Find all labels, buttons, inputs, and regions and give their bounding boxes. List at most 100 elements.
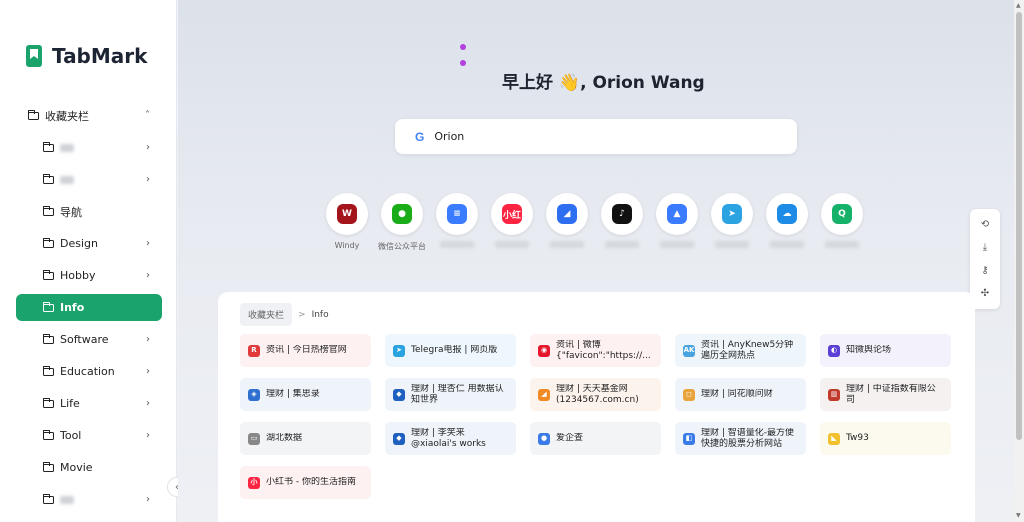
sidebar-item[interactable]: Software › [16,326,162,353]
search-bar[interactable]: G Orion [395,119,797,154]
shortcut-item[interactable]: ☁ [766,193,808,251]
bookmark-card[interactable]: AK 资讯 | AnyKnew5分钟遍历全网热点 [675,334,806,367]
shortcut-item[interactable]: ▲ [656,193,698,251]
bookmark-card[interactable]: ● 爱企查 [530,422,661,455]
shortcut-item[interactable]: ♪ [601,193,643,251]
chevron-right-icon[interactable]: › [146,398,150,409]
sidebar-item-label: Hobby [60,269,96,282]
shortcut-button[interactable]: ≡ [436,193,478,235]
shortcut-label [550,241,584,251]
bookmark-card[interactable]: 小小红书 - 你的生活指南 [240,466,371,499]
shortcut-item[interactable]: ● 微信公众平台 [378,193,426,251]
feishu-icon: ◢ [557,204,577,224]
history-icon[interactable]: ⟲ [978,218,992,232]
chevron-up-icon[interactable]: ˄ [145,110,150,121]
chevron-right-icon[interactable]: › [146,430,150,441]
main-area: 早上好 👋, Orion Wang G Orion W Windy ● 微信公众平台 ≡… [178,0,1014,522]
lark-icon: ▲ [667,204,687,224]
chevron-right-icon[interactable]: › [146,366,150,377]
bookmark-card[interactable]: ◉ 资讯 | 微博 {"favicon":"https://... [530,334,661,367]
shortcut-button[interactable]: W [326,193,368,235]
bookmark-card[interactable]: ◣ Tw93 [820,422,951,455]
favicon-icon: ▭ [248,432,260,445]
chevron-right-icon[interactable]: › [146,238,150,249]
sidebar-item-label: Info [60,301,85,314]
shortcut-button[interactable]: ☁ [766,193,808,235]
scroll-up-icon[interactable]: ▲ [1016,2,1021,9]
bookmark-card[interactable]: ◻ 理财 | 同花顺问财 [675,378,806,411]
puzzle-icon[interactable]: ✣ [978,287,992,301]
theme-dots[interactable] [460,44,468,76]
shortcut-item[interactable]: ➤ [711,193,753,251]
shortcut-button[interactable]: Q [821,193,863,235]
shortcut-item[interactable]: Q [821,193,863,251]
blurred-label [660,241,694,248]
shortcut-button[interactable]: 小红 [491,193,533,235]
sidebar-item[interactable]: › [16,134,162,161]
chevron-right-icon[interactable]: › [146,174,150,185]
shortcut-button[interactable]: ♪ [601,193,643,235]
shortcut-item[interactable]: W Windy [326,193,368,251]
search-input[interactable]: Orion [434,130,464,143]
scroll-down-icon[interactable]: ▼ [1016,512,1021,519]
favicon-icon: ◐ [828,344,840,357]
dot-icon [460,60,466,66]
sidebar-item-label: Education [60,365,115,378]
bookmark-card[interactable]: R 资讯 | 今日热榜官网 [240,334,371,367]
bookmark-title: 理财 | 同花顺问财 [701,389,773,399]
shortcut-item[interactable]: ◢ [546,193,588,251]
sidebar-item[interactable]: › [16,166,162,193]
chevron-right-icon[interactable]: › [146,142,150,153]
sidebar-item[interactable]: › [16,486,162,513]
shortcut-item[interactable]: 小红 [491,193,533,251]
sidebar-item[interactable]: 收藏夹栏 ˄ [16,102,162,129]
tiktok-icon: ♪ [612,204,632,224]
bookmark-card[interactable]: ➤ Telegra电报 | 网页版 [385,334,516,367]
folder-icon [42,205,54,216]
bookmark-title: Tw93 [846,433,869,443]
favicon-icon: ◆ [393,388,405,401]
sidebar-item[interactable]: Tool › [16,422,162,449]
bookmark-card[interactable]: ◧ 理财 | 智谱量化-最方便快捷的股票分析网站 [675,422,806,455]
greeting-title: 早上好 👋, Orion Wang [502,73,705,93]
chevron-right-icon[interactable]: › [146,494,150,505]
download-icon[interactable]: ⤓ [978,241,992,255]
telegram-icon: ➤ [722,204,742,224]
bookmark-title: 湖北数据 [266,433,303,443]
shortcut-button[interactable]: ▲ [656,193,698,235]
chevron-right-icon[interactable]: › [146,334,150,345]
bookmark-card[interactable]: ◐ 知微舆论场 [820,334,951,367]
sidebar-item[interactable]: Info [16,294,162,321]
shortcut-button[interactable]: ➤ [711,193,753,235]
folder-icon [42,461,54,472]
google-icon[interactable]: G [415,130,424,144]
shortcut-label [825,241,859,251]
folder-icon [42,269,54,280]
sidebar-item[interactable]: 导航 [16,198,162,225]
sidebar-item[interactable]: Movie [16,454,162,481]
sidebar-item[interactable]: Life › [16,390,162,417]
page-scrollbar[interactable]: ▲ ▼ [1014,0,1024,522]
wechat-icon: ● [392,204,412,224]
sidebar-item[interactable]: Hobby › [16,262,162,289]
bookmark-title: 资讯 | AnyKnew5分钟遍历全网热点 [701,339,794,361]
bookmark-card[interactable]: ◆ 理财 | 理杏仁 用数据认知世界 [385,378,516,411]
bookmark-title: 资讯 | 微博 {"favicon":"https://... [556,339,651,361]
bookmark-card[interactable]: ▥ 理财 | 中证指数有限公司 [820,378,951,411]
bookmark-card[interactable]: ◆ 理财 | 李笑来 @xiaolai's works [385,422,516,455]
sidebar-item[interactable]: Education › [16,358,162,385]
app-logo: TabMark [26,44,147,68]
breadcrumb-root[interactable]: 收藏夹栏 [240,303,293,326]
sidebar-item-label: 收藏夹栏 [45,109,89,123]
bookmark-card[interactable]: ▭ 湖北数据 [240,422,371,455]
key-icon[interactable]: ⚷ [978,264,992,278]
chevron-right-icon[interactable]: › [146,270,150,281]
scroll-thumb[interactable] [1016,12,1022,440]
bookmark-card[interactable]: ◢ 理财 | 天天基金网(1234567.com.cn) [530,378,661,411]
breadcrumb: 收藏夹栏 > Info [240,303,329,326]
sidebar-item[interactable]: Design › [16,230,162,257]
shortcut-button[interactable]: ● [381,193,423,235]
shortcut-button[interactable]: ◢ [546,193,588,235]
shortcut-item[interactable]: ≡ [436,193,478,251]
bookmark-card[interactable]: ◈ 理财 | 集思录 [240,378,371,411]
